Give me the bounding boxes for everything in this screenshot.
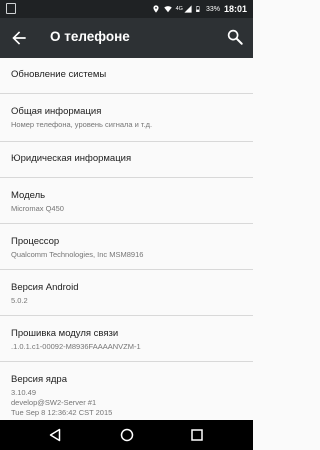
circle-home-icon[interactable] bbox=[120, 428, 134, 442]
signal-icon bbox=[184, 5, 192, 13]
arrow-back-icon[interactable] bbox=[9, 28, 29, 48]
square-recents-icon[interactable] bbox=[190, 428, 204, 442]
search-icon[interactable] bbox=[226, 28, 244, 46]
kernel-line-1: 3.10.49 bbox=[11, 388, 37, 397]
status-bar: 4G 33% 18:01 bbox=[0, 0, 253, 18]
item-title: Версия Android bbox=[11, 282, 79, 293]
battery-percent: 33% bbox=[205, 5, 220, 13]
app-bar: О телефоне bbox=[0, 18, 253, 58]
item-subtitle: Номер телефона, уровень сигнала и т.д. bbox=[11, 120, 153, 129]
wifi-icon bbox=[163, 6, 172, 13]
list-item-system-update[interactable]: Обновление системы bbox=[0, 58, 253, 94]
network-type: 4G bbox=[175, 6, 183, 12]
item-subtitle: 5.0.2 bbox=[11, 296, 28, 305]
list-item-baseband[interactable]: Прошивка модуля связи .1.0.1.c1-00092-M8… bbox=[0, 316, 253, 362]
kernel-line-3: Tue Sep 8 12:36:42 CST 2015 bbox=[11, 408, 113, 417]
item-subtitle: Micromax Q450 bbox=[11, 204, 64, 213]
navigation-bar bbox=[0, 420, 253, 450]
item-title: Юридическая информация bbox=[11, 153, 132, 164]
item-title: Модель bbox=[11, 190, 46, 201]
item-title: Обновление системы bbox=[11, 69, 107, 80]
item-subtitle: 3.10.49 develop@SW2-Server #1 Tue Sep 8 … bbox=[11, 388, 242, 418]
kernel-line-2: develop@SW2-Server #1 bbox=[11, 398, 97, 407]
item-subtitle: .1.0.1.c1-00092-M8936FAAAANVZM-1 bbox=[11, 342, 141, 351]
list-item-model[interactable]: Модель Micromax Q450 bbox=[0, 178, 253, 224]
item-title: Прошивка модуля связи bbox=[11, 328, 119, 339]
list-item-legal-info[interactable]: Юридическая информация bbox=[0, 142, 253, 178]
item-title: Процессор bbox=[11, 236, 60, 247]
list-item-kernel-version[interactable]: Версия ядра 3.10.49 develop@SW2-Server #… bbox=[0, 362, 253, 420]
list-item-status[interactable]: Общая информация Номер телефона, уровень… bbox=[0, 94, 253, 142]
list-item-processor[interactable]: Процессор Qualcomm Technologies, Inc MSM… bbox=[0, 224, 253, 270]
notification-icon bbox=[6, 3, 16, 14]
item-subtitle: Qualcomm Technologies, Inc MSM8916 bbox=[11, 250, 144, 259]
triangle-back-icon[interactable] bbox=[48, 428, 62, 442]
clock: 18:01 bbox=[223, 4, 247, 14]
page-title: О телефоне bbox=[50, 29, 130, 44]
battery-icon bbox=[196, 6, 200, 12]
location-icon bbox=[153, 5, 159, 13]
item-title: Общая информация bbox=[11, 106, 102, 117]
settings-list: Обновление системы Общая информация Номе… bbox=[0, 58, 253, 420]
list-item-android-version[interactable]: Версия Android 5.0.2 bbox=[0, 270, 253, 316]
item-title: Версия ядра bbox=[11, 374, 67, 385]
